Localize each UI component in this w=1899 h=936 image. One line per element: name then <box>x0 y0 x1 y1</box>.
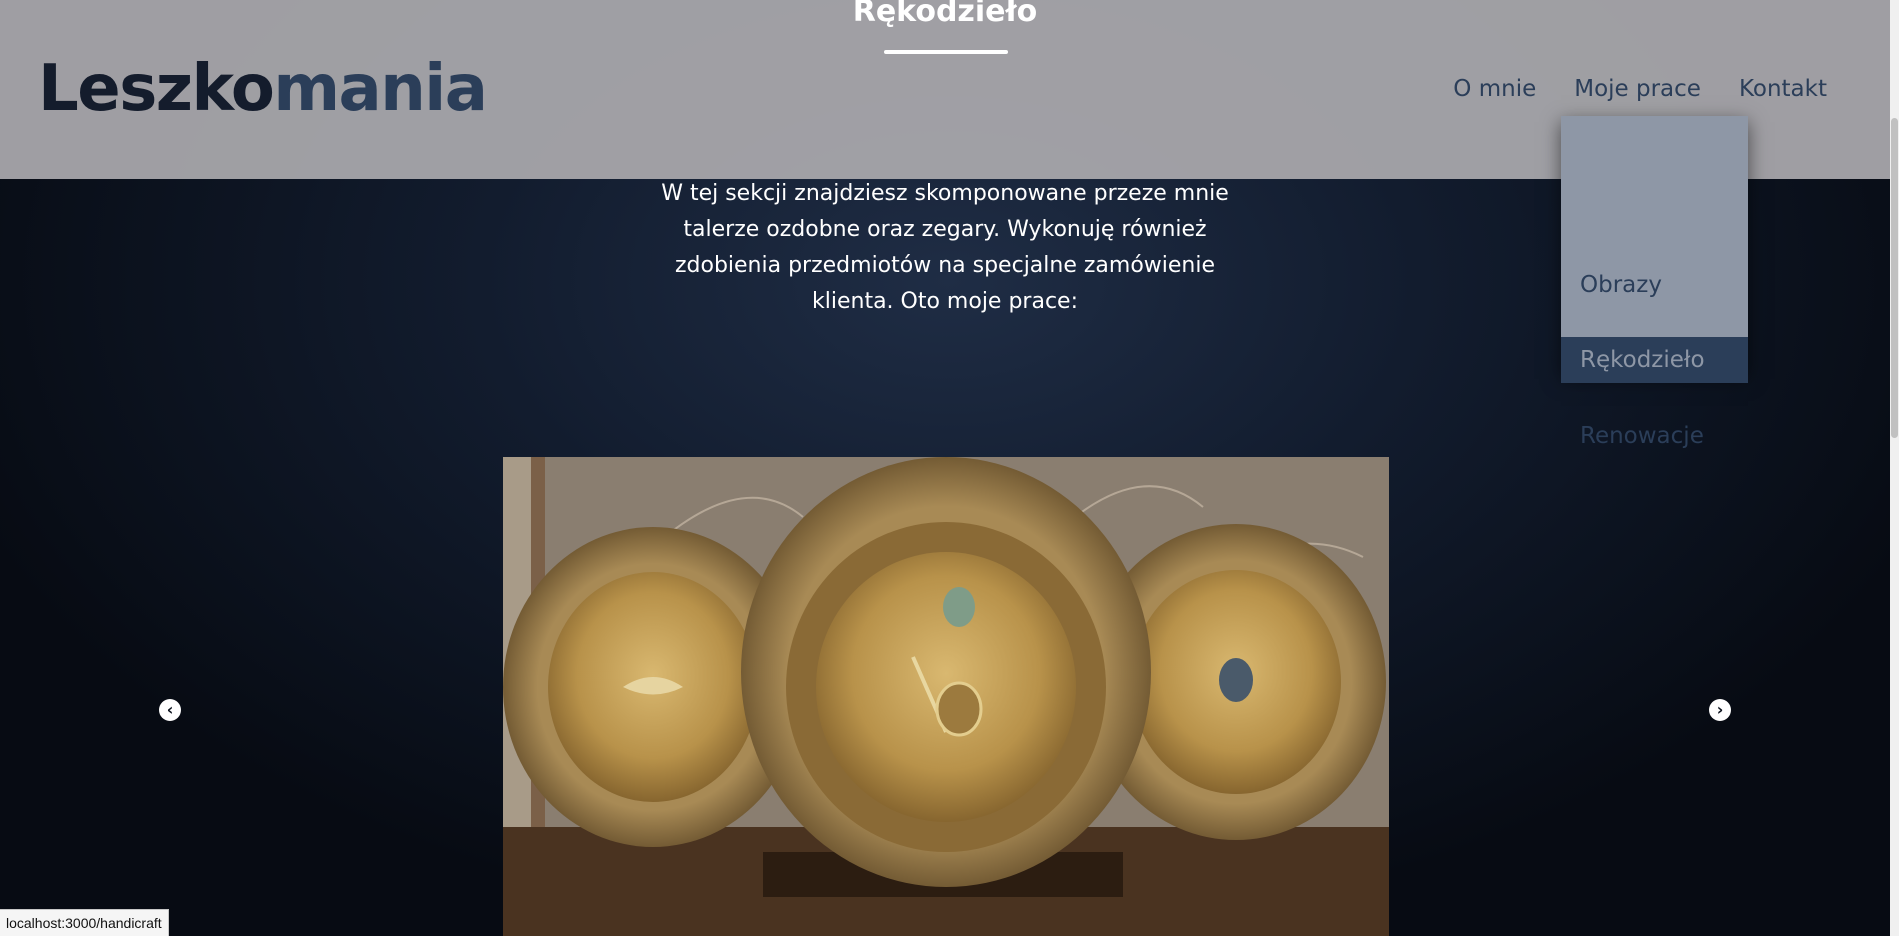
nav-my-works[interactable]: Moje prace <box>1574 76 1701 102</box>
carousel-next-button[interactable]: › <box>1709 699 1731 721</box>
main-nav: O mnie Moje prace Kontakt <box>1453 76 1827 102</box>
section-intro: W tej sekcji znajdziesz skomponowane prz… <box>661 181 1229 314</box>
status-bar-url: localhost:3000/handicraft <box>0 909 169 936</box>
title-underline <box>884 50 1008 54</box>
section-title: Rękodzieło <box>852 0 1038 29</box>
dropdown-item-renovations[interactable]: Renowacje <box>1561 413 1748 459</box>
page: Leszkomania O mnie Moje prace Kontakt Rę… <box>0 0 1899 936</box>
carousel-prev-button[interactable]: ‹ <box>159 699 181 721</box>
decorative-plates-clock-image <box>503 457 1389 936</box>
works-dropdown-menu: Obrazy Rękodzieło Renowacje <box>1561 116 1748 449</box>
scrollbar-thumb[interactable] <box>1891 118 1898 438</box>
page-scrollbar[interactable] <box>1890 0 1899 936</box>
chevron-left-icon: ‹ <box>166 700 174 719</box>
dropdown-item-paintings[interactable]: Obrazy <box>1561 262 1748 308</box>
chevron-right-icon: › <box>1716 700 1724 719</box>
dropdown-item-handicraft[interactable]: Rękodzieło <box>1561 337 1748 383</box>
nav-about[interactable]: O mnie <box>1453 76 1536 102</box>
logo-part-2: mania <box>273 52 488 126</box>
nav-contact[interactable]: Kontakt <box>1739 76 1827 102</box>
logo-part-1: Leszko <box>38 52 275 126</box>
carousel-image <box>503 457 1389 936</box>
logo[interactable]: Leszkomania <box>38 52 488 126</box>
